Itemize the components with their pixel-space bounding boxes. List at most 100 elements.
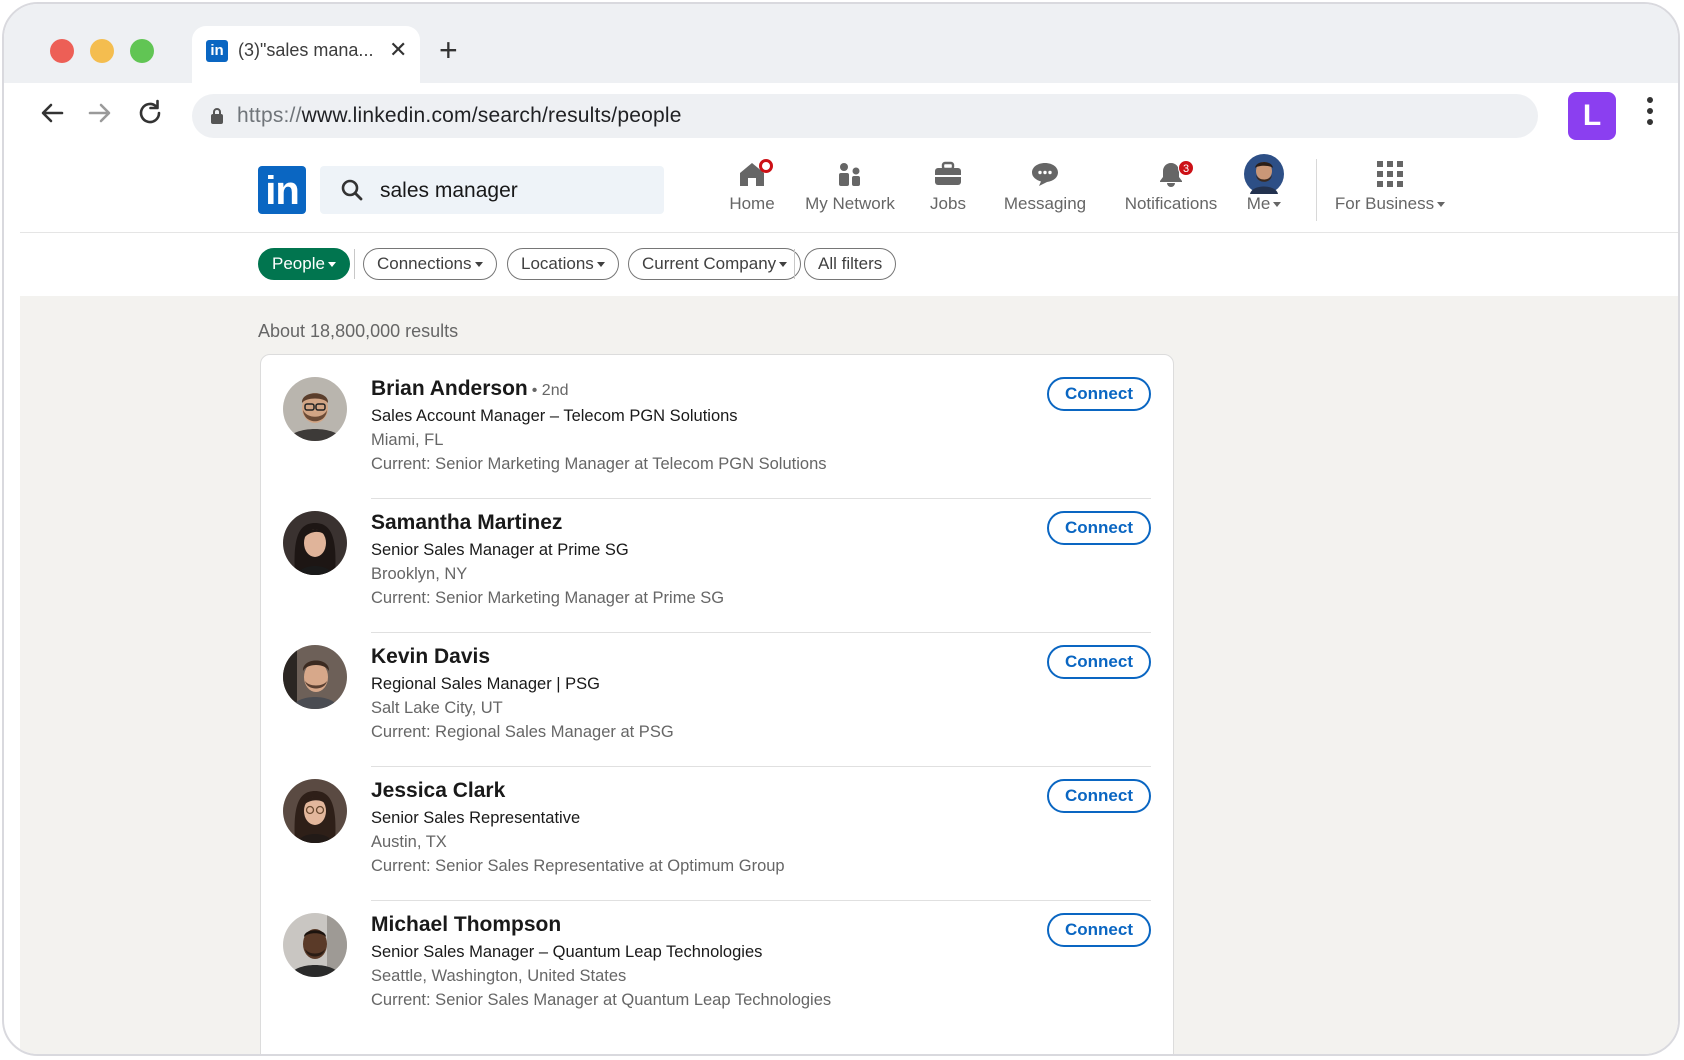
browser-menu-icon[interactable] [1646,97,1654,133]
forward-arrow-icon[interactable] [84,97,116,129]
result-name-text[interactable]: Brian Anderson [371,377,528,400]
result-headline: Regional Sales Manager | PSG [371,675,600,693]
result-name-text[interactable]: Michael Thompson [371,913,561,936]
connection-degree: • 2nd [531,382,569,399]
avatar[interactable] [283,913,347,977]
browser-window: in (3)"sales mana... ✕ + https://www.lin… [2,2,1680,1056]
filter-all-filters-label: All filters [818,254,883,273]
my-network-icon [839,163,860,186]
nav-my-network-label: My Network [805,194,895,213]
tab-title: (3)"sales mana... [238,40,373,60]
avatar[interactable] [283,779,347,843]
connect-button[interactable]: Connect [1047,511,1151,545]
filter-divider [794,249,795,279]
result-name[interactable]: Jessica Clark [371,779,505,803]
chevron-down-icon [779,262,788,268]
notification-count-badge: 3 [1178,160,1194,176]
reload-icon[interactable] [134,97,166,129]
avatar[interactable] [283,377,347,441]
result-name[interactable]: Michael Thompson [371,913,561,937]
result-current-position: Current: Regional Sales Manager at PSG [371,723,674,741]
connect-button[interactable]: Connect [1047,645,1151,679]
result-headline: Senior Sales Manager – Quantum Leap Tech… [371,943,763,961]
minimize-window-button[interactable] [90,39,114,63]
briefcase-icon [935,161,961,185]
filter-locations-label: Locations [521,254,594,273]
result-name[interactable]: Brian Anderson • 2nd [371,377,569,401]
list-item[interactable]: Jessica Clark Senior Sales Representativ… [261,757,1173,901]
url-path: www.linkedin.com/search/results/people [301,104,682,127]
result-location: Austin, TX [371,833,447,851]
tab-strip: in (3)"sales mana... ✕ + [4,4,1678,84]
result-location: Brooklyn, NY [371,565,468,583]
linkedin-favicon-icon: in [206,40,228,62]
filter-current-company[interactable]: Current Company [628,248,802,280]
nav-for-business[interactable]: For Business [1332,155,1448,227]
filter-connections[interactable]: Connections [363,248,497,280]
list-item[interactable]: Kevin Davis Regional Sales Manager | PSG… [261,623,1173,767]
chevron-down-icon [474,262,483,268]
nav-me-text: Me [1246,194,1271,213]
result-name-text[interactable]: Kevin Davis [371,645,490,668]
connect-button[interactable]: Connect [1047,779,1151,813]
browser-profile-button[interactable]: L [1568,92,1616,140]
maximize-window-button[interactable] [130,39,154,63]
browser-tab[interactable]: in (3)"sales mana... ✕ [192,26,420,84]
new-tab-button[interactable]: + [439,32,458,69]
result-name[interactable]: Kevin Davis [371,645,490,669]
search-box[interactable] [320,166,664,214]
back-arrow-icon[interactable] [36,97,68,129]
result-name-text[interactable]: Samantha Martinez [371,511,562,534]
result-current-position: Current: Senior Marketing Manager at Pri… [371,589,725,607]
result-name-text[interactable]: Jessica Clark [371,779,505,802]
nav-divider [1316,159,1317,221]
nav-me[interactable]: Me [1234,154,1294,227]
nav-home-label: Home [729,194,775,213]
list-item[interactable]: Brian Anderson • 2nd Sales Account Manage… [261,355,1173,499]
result-name[interactable]: Samantha Martinez [371,511,562,535]
result-headline: Sales Account Manager – Telecom PGN Solu… [371,407,738,425]
filter-divider [354,249,355,279]
url-text: https://www.linkedin.com/search/results/… [237,104,682,128]
me-avatar [1244,154,1284,194]
messaging-icon [1032,163,1058,186]
filter-locations[interactable]: Locations [507,248,619,280]
result-current-position: Current: Senior Sales Representative at … [371,857,785,875]
nav-notifications-label: Notifications [1124,194,1218,213]
close-window-button[interactable] [50,39,74,63]
result-location: Seattle, Washington, United States [371,967,627,985]
chevron-down-icon [1437,202,1446,208]
search-filter-bar: People Connections Locations Current Com… [20,233,1678,296]
result-location: Miami, FL [371,431,444,449]
lock-icon [211,108,223,124]
filter-people[interactable]: People [258,248,350,280]
nav-my-network[interactable]: My Network [798,155,902,227]
avatar[interactable] [283,645,347,709]
nav-messaging[interactable]: Messaging [1000,155,1090,227]
filter-current-company-label: Current Company [642,254,777,273]
chevron-down-icon [327,262,336,268]
search-input[interactable] [380,179,650,203]
list-item[interactable]: Samantha Martinez Senior Sales Manager a… [261,489,1173,633]
nav-messaging-label: Messaging [1003,194,1087,213]
result-current-position: Current: Senior Sales Manager at Quantum… [371,991,832,1009]
nav-home[interactable]: Home [714,155,790,227]
linkedin-logo[interactable]: in [258,166,306,214]
nav-jobs[interactable]: Jobs [918,155,978,227]
result-headline: Senior Sales Representative [371,809,581,827]
results-count: About 18,800,000 results [258,321,459,341]
result-current-position: Current: Senior Marketing Manager at Tel… [371,455,827,473]
nav-for-business-label: For Business [1332,194,1448,214]
avatar[interactable] [283,511,347,575]
nav-notifications[interactable]: 3 Notifications [1114,155,1228,227]
close-tab-icon[interactable]: ✕ [389,37,407,63]
filter-all-filters[interactable]: All filters [804,248,897,280]
linkedin-header: in Home [20,149,1678,233]
home-notification-dot [759,159,773,173]
address-bar[interactable]: https://www.linkedin.com/search/results/… [192,94,1538,138]
connect-button[interactable]: Connect [1047,377,1151,411]
connect-button[interactable]: Connect [1047,913,1151,947]
result-location: Salt Lake City, UT [371,699,503,717]
apps-grid-icon [1377,161,1403,187]
list-item[interactable]: Michael Thompson Senior Sales Manager – … [261,891,1173,1035]
